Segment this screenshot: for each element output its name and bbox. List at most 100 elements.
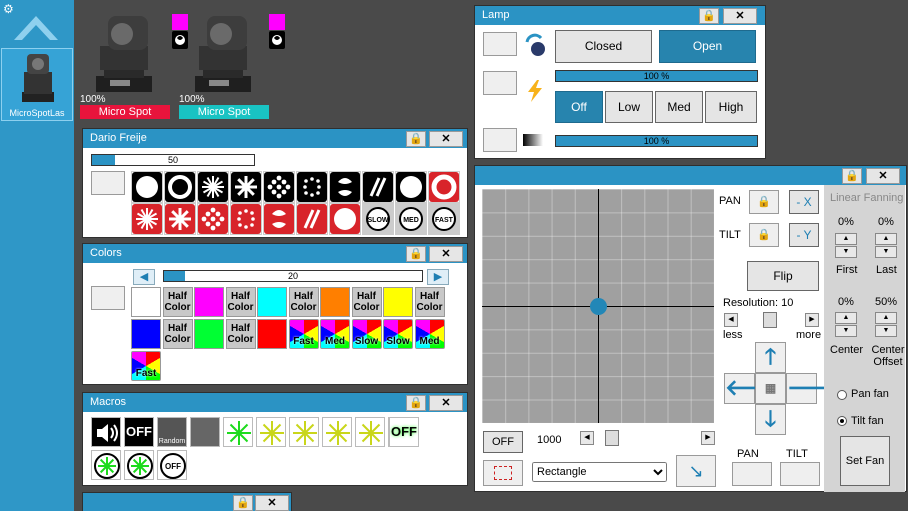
speed-high-button[interactable]: High xyxy=(705,91,757,123)
resolution-slider-handle[interactable] xyxy=(763,312,777,328)
center-up-icon[interactable]: ▲ xyxy=(835,312,857,324)
close-icon[interactable]: ✕ xyxy=(429,131,463,147)
first-down-icon[interactable]: ▼ xyxy=(835,246,857,258)
gobo-rotate-fast-button[interactable]: FAST xyxy=(428,203,460,235)
star-macro-icon[interactable] xyxy=(355,417,385,447)
lock-icon[interactable]: 🔒 xyxy=(699,8,719,24)
half-color-button[interactable]: Half Color xyxy=(162,287,193,317)
direction-icon[interactable]: ↘ xyxy=(676,455,716,487)
gobo-cell[interactable] xyxy=(329,203,361,235)
shape-select[interactable]: Rectangle xyxy=(532,462,667,482)
fixture-tile[interactable]: 100% Micro Spot xyxy=(179,12,285,119)
tilt-fan-radio[interactable] xyxy=(837,416,847,426)
gobo-cell[interactable] xyxy=(296,171,328,203)
invert-x-button[interactable]: - X xyxy=(789,190,819,214)
gobo-cell[interactable] xyxy=(263,171,295,203)
star-macro-icon[interactable] xyxy=(223,417,253,447)
shutter-bar[interactable]: 100 % xyxy=(555,135,758,147)
gobo-cell[interactable] xyxy=(362,171,394,203)
position-handle[interactable] xyxy=(590,298,607,315)
off-green-macro-button[interactable]: OFF xyxy=(389,417,419,447)
gobo-cell[interactable] xyxy=(296,203,328,235)
offset-down-icon[interactable]: ▼ xyxy=(875,325,897,337)
shutter-toggle-button[interactable] xyxy=(483,128,517,152)
color-wheel-med-button[interactable]: Med xyxy=(414,319,445,349)
color-swatch-button[interactable] xyxy=(257,319,287,349)
first-up-icon[interactable]: ▲ xyxy=(835,233,857,245)
invert-y-button[interactable]: - Y xyxy=(789,223,819,247)
open-button[interactable]: Open xyxy=(659,30,756,63)
flip-button[interactable]: Flip xyxy=(747,261,819,291)
color-wheel-fast-button[interactable]: Fast xyxy=(288,319,319,349)
gear-icon[interactable]: ⚙ xyxy=(3,2,14,16)
speed-low-button[interactable]: Low xyxy=(605,91,653,123)
speed-off-button[interactable]: Off xyxy=(555,91,603,123)
last-up-icon[interactable]: ▲ xyxy=(875,233,897,245)
center-icon[interactable]: ▦ xyxy=(755,373,786,404)
gobo-cell[interactable] xyxy=(197,203,229,235)
gobo-cell[interactable] xyxy=(164,203,196,235)
arrow-down-icon[interactable]: 🡓 xyxy=(755,404,786,435)
gobo-cell[interactable] xyxy=(329,171,361,203)
rotate-macro-icon[interactable] xyxy=(91,450,121,480)
colors-slider[interactable]: 20 xyxy=(163,270,423,282)
next-arrow-icon[interactable]: ▶ xyxy=(427,269,449,285)
prev-arrow-icon[interactable]: ◀ xyxy=(133,269,155,285)
half-color-button[interactable]: Half Color xyxy=(414,287,445,317)
speed-left-arrow-icon[interactable]: ◀ xyxy=(580,431,594,445)
color-swatch-button[interactable] xyxy=(194,319,224,349)
color-swatch-button[interactable] xyxy=(131,287,161,317)
gobo-slider[interactable]: 50 xyxy=(91,154,255,166)
color-wheel-med-button[interactable]: Med xyxy=(320,319,350,349)
pan-fan-radio[interactable] xyxy=(837,390,847,400)
arrow-left-icon[interactable]: 🡐 xyxy=(724,373,784,404)
last-down-icon[interactable]: ▼ xyxy=(875,246,897,258)
dimmer-bar[interactable]: 100 % xyxy=(555,70,758,82)
random-macro-button[interactable]: Random xyxy=(157,417,187,447)
tilt-lock-icon[interactable]: 🔒 xyxy=(749,223,779,247)
off-button[interactable]: OFF xyxy=(483,431,523,453)
color-wheel-slow-button[interactable]: Slow xyxy=(383,319,413,349)
color-swatch-button[interactable] xyxy=(320,287,350,317)
less-arrow-icon[interactable]: ◀ xyxy=(724,313,738,327)
half-color-button[interactable]: Half Color xyxy=(162,319,193,349)
color-wheel-fast-button[interactable]: Fast xyxy=(131,351,161,381)
gobo-cell[interactable] xyxy=(263,203,295,235)
speed-right-arrow-icon[interactable]: ▶ xyxy=(701,431,715,445)
close-icon[interactable]: ✕ xyxy=(429,246,463,262)
gobo-toggle-button[interactable] xyxy=(91,171,125,195)
lock-icon[interactable]: 🔒 xyxy=(406,131,426,147)
more-arrow-icon[interactable]: ▶ xyxy=(805,313,819,327)
closed-button[interactable]: Closed xyxy=(555,30,652,63)
sidebar-item-fixture[interactable]: MicroSpotLas xyxy=(1,48,73,121)
star-macro-icon[interactable] xyxy=(256,417,286,447)
half-color-button[interactable]: Half Color xyxy=(225,319,256,349)
off-macro-button[interactable]: OFF xyxy=(124,417,154,447)
color-wheel-slow-button[interactable]: Slow xyxy=(351,319,382,349)
lock-icon[interactable]: 🔒 xyxy=(406,395,426,411)
tilt-button[interactable] xyxy=(780,462,820,486)
gobo-cell[interactable] xyxy=(230,203,262,235)
arrow-up-icon[interactable]: 🡑 xyxy=(755,342,786,373)
gobo-rotate-med-button[interactable]: MED xyxy=(395,203,427,235)
pan-lock-icon[interactable]: 🔒 xyxy=(749,190,779,214)
gobo-cell[interactable] xyxy=(428,171,460,203)
center-down-icon[interactable]: ▼ xyxy=(835,325,857,337)
pan-button[interactable] xyxy=(732,462,772,486)
gobo-cell[interactable] xyxy=(197,171,229,203)
gobo-rotate-slow-button[interactable]: SLOW xyxy=(362,203,394,235)
gobo-cell[interactable] xyxy=(131,203,163,235)
dimmer-toggle-button[interactable] xyxy=(483,71,517,95)
star-macro-icon[interactable] xyxy=(289,417,319,447)
pantilt-grid[interactable] xyxy=(482,189,714,423)
arrow-right-icon[interactable]: 🡒 xyxy=(786,373,846,404)
strobe-macro-icon[interactable] xyxy=(190,417,220,447)
color-swatch-button[interactable] xyxy=(383,287,413,317)
close-icon[interactable]: ✕ xyxy=(866,168,900,184)
half-color-button[interactable]: Half Color xyxy=(351,287,382,317)
lock-icon[interactable]: 🔒 xyxy=(406,246,426,262)
set-fan-button[interactable]: Set Fan xyxy=(840,436,890,486)
rotate-macro-icon[interactable]: OFF xyxy=(157,450,187,480)
colors-toggle-button[interactable] xyxy=(91,286,125,310)
speed-med-button[interactable]: Med xyxy=(655,91,703,123)
